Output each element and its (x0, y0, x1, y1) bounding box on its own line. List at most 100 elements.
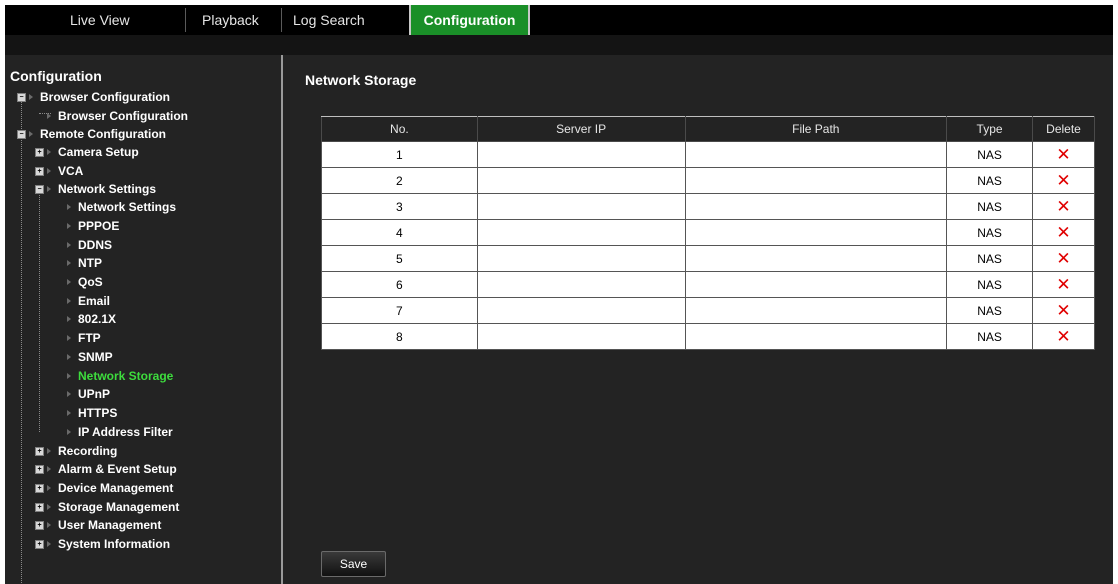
delete-icon[interactable]: ✕ (1056, 171, 1070, 190)
cell-file-path[interactable] (684, 167, 948, 194)
tab-log-search[interactable]: Log Search (293, 5, 365, 35)
expand-icon[interactable]: + (35, 521, 44, 530)
cell-server-ip[interactable] (476, 297, 686, 324)
tree-item-upnp[interactable]: UPnP (67, 385, 110, 403)
tree-item-https[interactable]: HTTPS (67, 404, 117, 422)
table-row[interactable]: 1 NAS ✕ (321, 141, 1095, 168)
column-header-no: No. (321, 116, 478, 142)
tree-item-recording[interactable]: Recording (47, 442, 117, 460)
cell-file-path[interactable] (684, 219, 948, 246)
tree-item-ip-address-filter[interactable]: IP Address Filter (67, 423, 173, 441)
cell-server-ip[interactable] (476, 193, 686, 220)
collapse-icon[interactable]: − (35, 185, 44, 194)
tree-item-ddns[interactable]: DDNS (67, 236, 112, 254)
tree-item-ftp[interactable]: FTP (67, 329, 101, 347)
tree-item-storage-management[interactable]: Storage Management (47, 498, 179, 516)
tree-item-8021x[interactable]: 802.1X (67, 310, 116, 328)
arrow-right-icon (67, 354, 71, 360)
arrow-right-icon (47, 466, 51, 472)
cell-type: NAS (946, 271, 1034, 298)
collapse-icon[interactable]: − (17, 130, 26, 139)
table-row[interactable]: 6 NAS ✕ (321, 271, 1095, 298)
cell-no: 8 (321, 323, 478, 350)
arrow-right-icon (67, 204, 71, 210)
tree-item-ntp[interactable]: NTP (67, 254, 102, 272)
expand-icon[interactable]: + (35, 148, 44, 157)
cell-server-ip[interactable] (476, 167, 686, 194)
tab-divider (281, 8, 282, 32)
tree-item-label: Email (78, 294, 111, 308)
tree-item-label: IP Address Filter (78, 425, 173, 439)
delete-icon[interactable]: ✕ (1056, 327, 1070, 346)
tree-item-system-information[interactable]: System Information (47, 535, 170, 553)
cell-delete: ✕ (1032, 193, 1095, 220)
cell-file-path[interactable] (684, 323, 948, 350)
delete-icon[interactable]: ✕ (1056, 301, 1070, 320)
cell-server-ip[interactable] (476, 323, 686, 350)
cell-no: 6 (321, 271, 478, 298)
table-row[interactable]: 5 NAS ✕ (321, 245, 1095, 272)
table-row[interactable]: 7 NAS ✕ (321, 297, 1095, 324)
cell-file-path[interactable] (684, 271, 948, 298)
arrow-right-icon (67, 223, 71, 229)
cell-file-path[interactable] (684, 297, 948, 324)
delete-icon[interactable]: ✕ (1056, 223, 1070, 242)
table-row[interactable]: 4 NAS ✕ (321, 219, 1095, 246)
table-row[interactable]: 2 NAS ✕ (321, 167, 1095, 194)
tree-item-browser-configuration[interactable]: Browser Configuration (29, 88, 170, 106)
tree-item-label: Recording (58, 444, 118, 458)
cell-delete: ✕ (1032, 219, 1095, 246)
expand-icon[interactable]: + (35, 540, 44, 549)
tree-item-device-management[interactable]: Device Management (47, 479, 173, 497)
tree-item-label: User Management (58, 518, 162, 532)
expand-icon[interactable]: + (35, 167, 44, 176)
panel-divider (281, 55, 283, 584)
cell-server-ip[interactable] (476, 271, 686, 298)
tree-item-label: Network Settings (78, 200, 177, 214)
save-button[interactable]: Save (321, 551, 386, 577)
collapse-icon[interactable]: − (17, 93, 26, 102)
tree-item-vca[interactable]: VCA (47, 162, 83, 180)
table-row[interactable]: 8 NAS ✕ (321, 323, 1095, 350)
tree-item-remote-configuration[interactable]: Remote Configuration (29, 125, 166, 143)
tree-item-label: Camera Setup (58, 145, 139, 159)
cell-server-ip[interactable] (476, 141, 686, 168)
tree-item-snmp[interactable]: SNMP (67, 348, 113, 366)
tree-item-pppoe[interactable]: PPPOE (67, 217, 119, 235)
tree-item-browser-configuration-sub[interactable]: Browser Configuration (47, 107, 188, 125)
cell-type: NAS (946, 245, 1034, 272)
tree-item-email[interactable]: Email (67, 292, 110, 310)
expand-icon[interactable]: + (35, 465, 44, 474)
cell-file-path[interactable] (684, 245, 948, 272)
tree-item-network-storage[interactable]: Network Storage (67, 367, 173, 385)
tree-item-network-settings[interactable]: Network Settings (67, 198, 176, 216)
tab-configuration[interactable]: Configuration (409, 5, 530, 35)
delete-icon[interactable]: ✕ (1056, 197, 1070, 216)
table-row[interactable]: 3 NAS ✕ (321, 193, 1095, 220)
cell-no: 5 (321, 245, 478, 272)
tree-item-label: UPnP (78, 387, 111, 401)
cell-server-ip[interactable] (476, 219, 686, 246)
tree-item-alarm-event-setup[interactable]: Alarm & Event Setup (47, 460, 177, 478)
tree-item-qos[interactable]: QoS (67, 273, 103, 291)
tree-item-user-management[interactable]: User Management (47, 516, 161, 534)
table-body: 1 NAS ✕ 2 NAS ✕ 3 NAS ✕ 4 NAS ✕ 5 NAS ✕ 6 NAS ✕ 7 NAS ✕ 8 NAS ✕ (321, 141, 1095, 350)
delete-icon[interactable]: ✕ (1056, 249, 1070, 268)
cell-delete: ✕ (1032, 297, 1095, 324)
tree-item-label: PPPOE (78, 219, 120, 233)
tree-item-network-settings-group[interactable]: Network Settings (47, 180, 156, 198)
delete-icon[interactable]: ✕ (1056, 275, 1070, 294)
cell-file-path[interactable] (684, 141, 948, 168)
cell-server-ip[interactable] (476, 245, 686, 272)
tab-playback[interactable]: Playback (202, 5, 259, 35)
delete-icon[interactable]: ✕ (1056, 145, 1070, 164)
cell-file-path[interactable] (684, 193, 948, 220)
cell-delete: ✕ (1032, 271, 1095, 298)
tree-item-label: SNMP (78, 350, 113, 364)
tree-item-camera-setup[interactable]: Camera Setup (47, 143, 139, 161)
expand-icon[interactable]: + (35, 484, 44, 493)
expand-icon[interactable]: + (35, 503, 44, 512)
tab-live-view[interactable]: Live View (70, 5, 130, 35)
tree-connector (39, 187, 40, 432)
expand-icon[interactable]: + (35, 447, 44, 456)
